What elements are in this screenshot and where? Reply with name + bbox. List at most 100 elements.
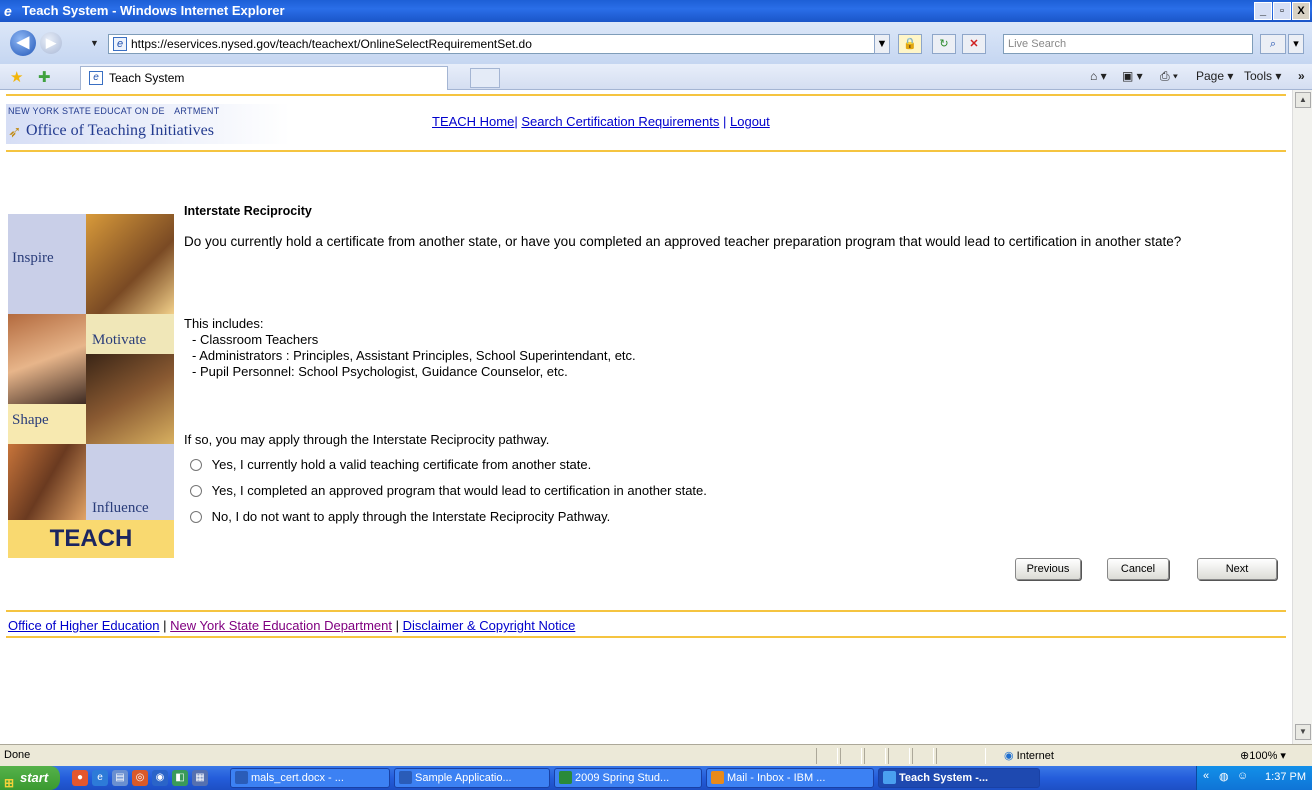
task-label: Sample Applicatio... (415, 772, 512, 784)
address-url: https://eservices.nysed.gov/teach/teache… (131, 37, 532, 51)
radio-do-not-apply[interactable] (190, 510, 202, 523)
nav-search-requirements[interactable]: Search Certification Requirements (521, 114, 719, 129)
tab-teach-system[interactable]: e Teach System (80, 66, 448, 90)
nav-separator: | (514, 114, 518, 129)
status-cell (840, 748, 862, 764)
zoom-icon: ⊕ (1240, 750, 1250, 762)
history-dropdown-icon[interactable]: ▼ (90, 38, 99, 48)
office-name: Office of Teaching Initiatives (26, 122, 214, 139)
vertical-scrollbar[interactable]: ▲ ▼ (1292, 90, 1312, 744)
scroll-up-icon[interactable]: ▲ (1295, 92, 1311, 108)
start-button[interactable]: ⊞ start (0, 766, 60, 790)
status-cell (936, 748, 986, 764)
footer-link-nysed[interactable]: New York State Education Department (170, 618, 392, 633)
page-content: NEW YORK STATE EDUCAT ON DE ARTMENT ➶ Of… (0, 90, 1292, 744)
collage-photo (8, 444, 86, 520)
lock-icon[interactable]: 🔒 (898, 34, 922, 54)
clock[interactable]: 1:37 PM (1265, 771, 1306, 783)
status-cell (864, 748, 886, 764)
quicklaunch-ie-icon[interactable]: e (92, 770, 108, 786)
tab-page-icon: e (89, 71, 103, 85)
list-item: - Classroom Teachers (192, 332, 319, 347)
tray-messenger-icon[interactable]: ☺ (1237, 770, 1248, 782)
refresh-icon[interactable]: ↻ (932, 34, 956, 54)
tools-menu-label: Tools (1244, 69, 1273, 83)
home-icon[interactable]: ⌂ ▾ (1090, 69, 1107, 83)
task-sample-application[interactable]: Sample Applicatio... (394, 768, 550, 788)
quicklaunch-app3-icon[interactable]: ▦ (192, 770, 208, 786)
quicklaunch-media-icon[interactable]: ◎ (132, 770, 148, 786)
radio-valid-certificate[interactable] (190, 458, 202, 471)
task-teach-system[interactable]: Teach System -... (878, 768, 1040, 788)
forward-icon[interactable]: ▶ (40, 32, 62, 54)
word-icon (235, 771, 248, 784)
collage-photo (86, 354, 174, 444)
list-item: - Pupil Personnel: School Psychologist, … (192, 364, 568, 379)
option-label: Yes, I currently hold a valid teaching c… (211, 457, 592, 473)
feeds-icon[interactable]: ▣ ▾ (1122, 69, 1143, 83)
quicklaunch-desktop-icon[interactable]: ▤ (112, 770, 128, 786)
search-input[interactable]: Live Search (1003, 34, 1253, 54)
page-title: Interstate Reciprocity (184, 204, 312, 218)
add-favorites-icon[interactable]: ✚ (38, 68, 51, 86)
close-button[interactable]: X (1292, 2, 1310, 20)
previous-button[interactable]: Previous (1015, 558, 1081, 580)
zoom-level[interactable]: ⊕100% ▾ (1240, 749, 1286, 762)
ie-icon (883, 771, 896, 784)
stop-icon[interactable]: ✕ (962, 34, 986, 54)
top-nav: TEACH Home| Search Certification Require… (432, 114, 770, 129)
search-options-icon[interactable]: ▾ (1288, 34, 1304, 54)
excel-icon (559, 771, 572, 784)
task-label: 2009 Spring Stud... (575, 772, 670, 784)
search-icon[interactable]: ⌕ (1260, 34, 1286, 54)
tools-menu[interactable]: Tools ▾ (1244, 69, 1281, 83)
option-approved-program[interactable]: Yes, I completed an approved program tha… (190, 482, 707, 498)
tray-expand-icon[interactable]: « (1203, 770, 1209, 782)
nav-logout[interactable]: Logout (730, 114, 770, 129)
address-toolbar: ◀ ▶ ▼ e https://eservices.nysed.gov/teac… (0, 22, 1312, 64)
address-input[interactable]: e https://eservices.nysed.gov/teach/teac… (108, 34, 888, 54)
option-label: No, I do not want to apply through the I… (211, 509, 611, 525)
dept-name: NEW YORK STATE EDUCAT ON DE ARTMENT (8, 106, 220, 116)
task-label: mals_cert.docx - ... (251, 772, 344, 784)
footer-link-disclaimer[interactable]: Disclaimer & Copyright Notice (403, 618, 576, 633)
nav-teach-home[interactable]: TEACH Home (432, 114, 514, 129)
tray-network-icon[interactable]: ◍ (1219, 770, 1229, 783)
task-mail-inbox[interactable]: Mail - Inbox - IBM ... (706, 768, 874, 788)
next-button[interactable]: Next (1197, 558, 1277, 580)
option-do-not-apply[interactable]: No, I do not want to apply through the I… (190, 508, 610, 524)
system-tray: « ◍ ☺ 1:37 PM (1196, 766, 1312, 790)
option-valid-certificate[interactable]: Yes, I currently hold a valid teaching c… (190, 456, 591, 472)
new-tab-button[interactable] (470, 68, 500, 88)
back-icon[interactable]: ◀ (10, 30, 36, 56)
search-placeholder: Live Search (1008, 38, 1067, 50)
zone-label: Internet (1016, 750, 1054, 762)
windows-taskbar: ⊞ start ● e ▤ ◎ ◉ ◧ ▦ mals_cert.docx - .… (0, 766, 1312, 790)
teach-collage-image: Inspire Motivate Shape Influence TEACH (8, 214, 174, 558)
start-label: start (20, 770, 49, 785)
quicklaunch-app2-icon[interactable]: ◧ (172, 770, 188, 786)
scroll-down-icon[interactable]: ▼ (1295, 724, 1311, 740)
footer-bottom-rule (6, 636, 1286, 638)
page-menu[interactable]: Page ▾ (1196, 69, 1233, 83)
tab-row: ★ ✚ e Teach System ⌂ ▾ ▣ ▾ ⎙ ▾ Page ▾ To… (0, 64, 1312, 90)
status-cell (912, 748, 934, 764)
collage-word-inspire: Inspire (12, 250, 54, 266)
list-item: - Administrators : Principles, Assistant… (192, 348, 636, 363)
print-icon[interactable]: ⎙ ▾ (1160, 69, 1178, 84)
footer-links: Office of Higher Education | New York St… (8, 618, 575, 633)
task-mals-cert[interactable]: mals_cert.docx - ... (230, 768, 390, 788)
favorites-star-icon[interactable]: ★ (10, 68, 23, 86)
radio-approved-program[interactable] (190, 484, 202, 497)
address-dropdown-icon[interactable]: ▼ (874, 34, 890, 54)
task-spring-study[interactable]: 2009 Spring Stud... (554, 768, 702, 788)
cancel-button[interactable]: Cancel (1107, 558, 1169, 580)
includes-label: This includes: (184, 316, 264, 331)
maximize-button[interactable]: ▫ (1273, 2, 1291, 20)
quicklaunch-app-icon[interactable]: ◉ (152, 770, 168, 786)
minimize-button[interactable]: _ (1254, 2, 1272, 20)
chevron-right-icon[interactable]: » (1298, 69, 1305, 83)
task-label: Teach System -... (899, 772, 989, 784)
footer-link-higher-ed[interactable]: Office of Higher Education (8, 618, 160, 633)
quicklaunch-firefox-icon[interactable]: ● (72, 770, 88, 786)
